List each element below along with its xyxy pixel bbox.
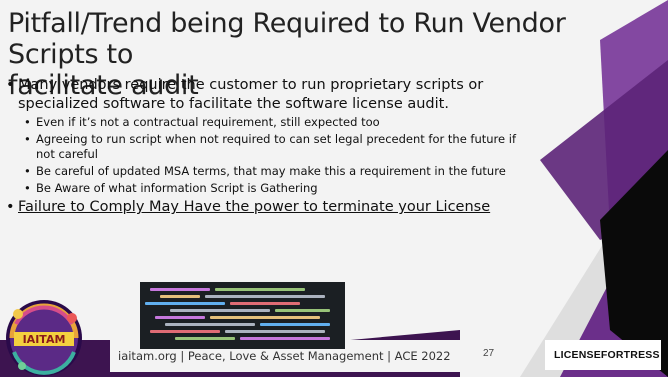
bullet-sub-3: Be careful of updated MSA terms, that ma… (6, 164, 536, 179)
title-line-1: Pitfall/Trend being Required to Run Vend… (8, 8, 566, 70)
bullet-sub-1: Even if it’s not a contractual requireme… (6, 115, 536, 130)
slide: Pitfall/Trend being Required to Run Vend… (0, 0, 668, 377)
bullet-main-1: Many vendors require the customer to run… (6, 76, 566, 114)
bullet-sub-2: Agreeing to run script when not required… (6, 132, 536, 162)
bullet-list: Many vendors require the customer to run… (6, 76, 566, 218)
code-screenshot-image (140, 282, 345, 349)
iaitam-logo-icon: IAITAM (6, 300, 82, 376)
iaitam-logo-text: IAITAM (23, 333, 66, 346)
bullet-main-2: Failure to Comply May Have the power to … (6, 198, 566, 217)
licensefortress-logo: LICENSEFORTRESS (550, 344, 659, 366)
bullet-sub-4: Be Aware of what information Script is G… (6, 181, 536, 196)
page-number: 27 (483, 348, 495, 359)
bullet-main-2-text: Failure to Comply May Have the power to … (18, 199, 491, 215)
footer-text: iaitam.org | Peace, Love & Asset Managem… (118, 349, 451, 363)
licensefortress-logo-text: LICENSEFORTRESS (554, 349, 660, 361)
